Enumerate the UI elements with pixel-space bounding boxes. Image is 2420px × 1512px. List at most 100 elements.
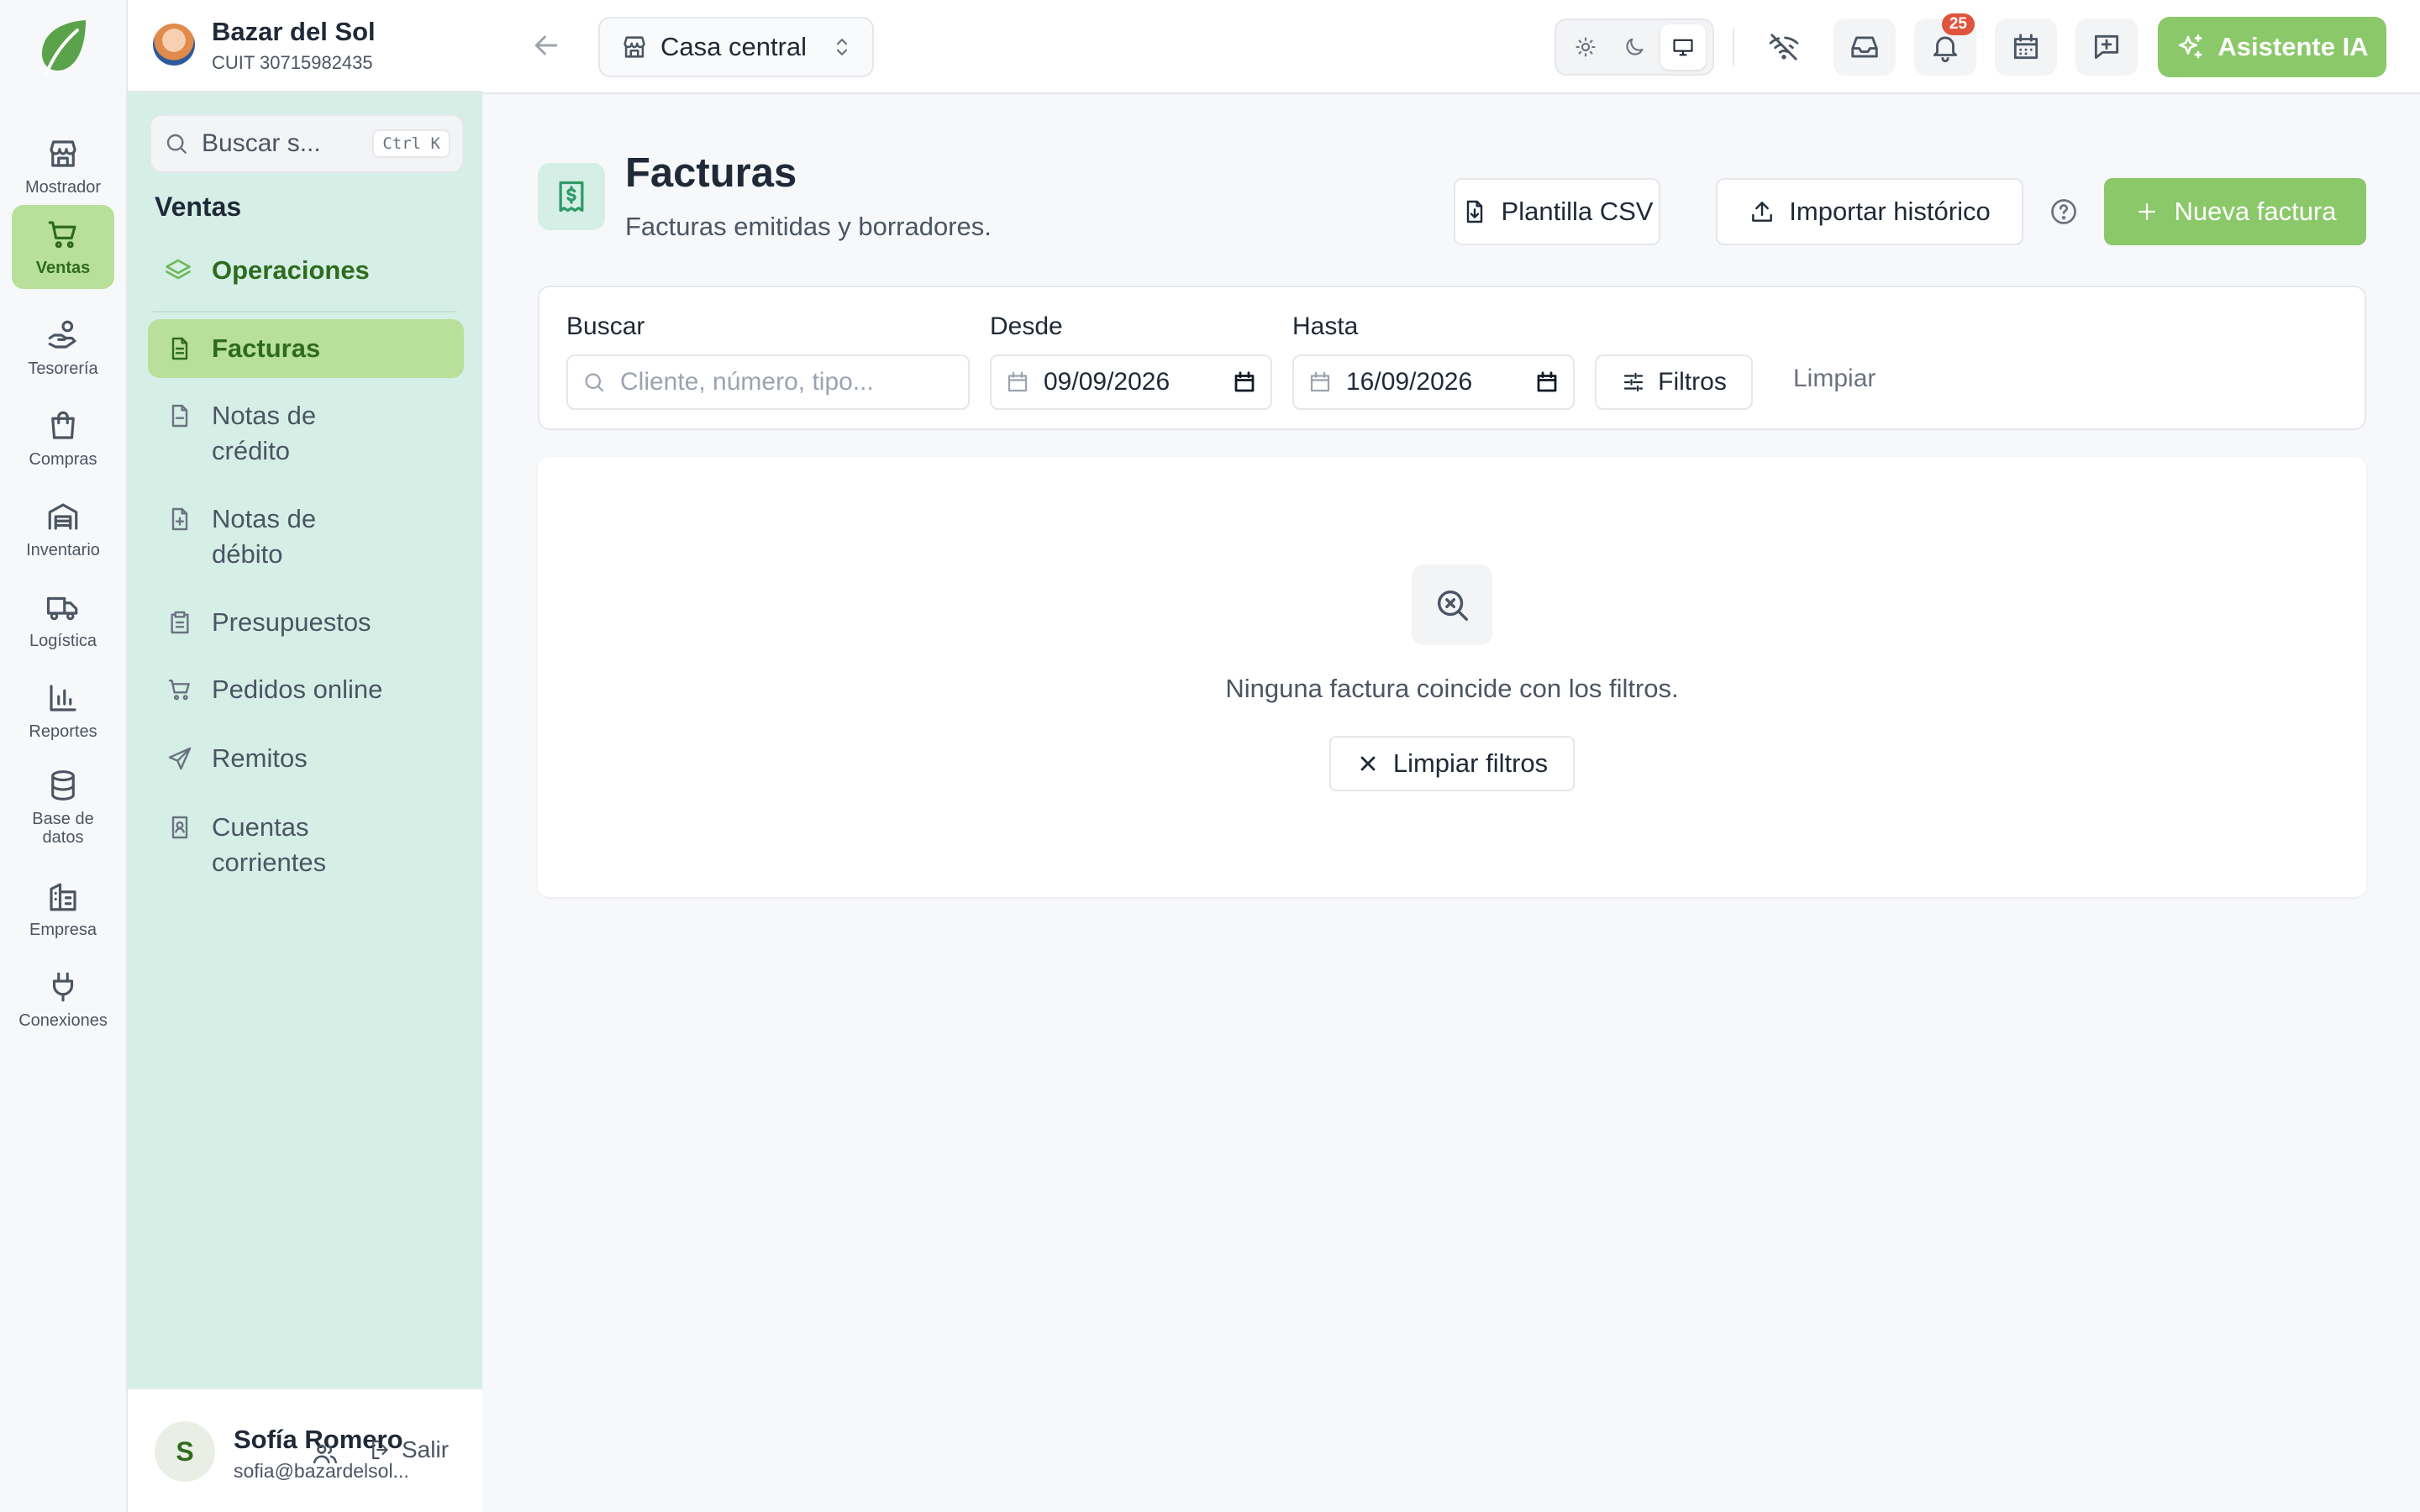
database-icon — [51, 770, 75, 801]
sidebar-item-label: Cuentas corrientes — [212, 812, 327, 877]
sidebar-item-label: Pedidos online — [212, 675, 383, 704]
rail-label: Mostrador — [24, 178, 102, 197]
calendar-icon — [1310, 371, 1330, 392]
sidebar-item-remitos[interactable]: Remitos — [148, 741, 464, 776]
sidebar-item-label: Remitos — [212, 743, 308, 773]
back-arrow-icon[interactable] — [529, 29, 563, 62]
company-switcher[interactable]: Bazar del Sol CUIT 30715982435 — [128, 0, 482, 92]
clear-link[interactable]: Limpiar — [1793, 365, 1876, 393]
rail-item-inventario[interactable]: Inventario — [12, 487, 114, 571]
file-download-icon — [1466, 200, 1482, 223]
rail-label: Inventario — [26, 541, 100, 559]
offline-status-button[interactable] — [1753, 18, 1815, 76]
theme-light-button[interactable] — [1563, 24, 1608, 70]
rail-item-ventas[interactable]: Ventas — [12, 205, 114, 289]
layers-icon — [166, 259, 191, 280]
message-plus-icon — [2094, 34, 2119, 60]
import-history-label: Importar histórico — [1789, 197, 1991, 226]
from-date-field[interactable]: 09/09/2026 — [990, 354, 1272, 410]
sidebar-item-presupuestos[interactable]: Presupuestos — [148, 605, 464, 640]
from-date-label: Desde — [990, 312, 1063, 340]
invoice-icon — [538, 163, 605, 230]
rail-label: Conexiones — [18, 1011, 108, 1030]
rail-label: Reportes — [29, 722, 97, 741]
truck-icon — [46, 596, 78, 621]
users-icon[interactable] — [311, 1440, 339, 1468]
shopping-bag-icon — [51, 411, 75, 439]
search-icon — [585, 373, 604, 392]
company-name: Bazar del Sol — [212, 17, 376, 46]
sidebar-item-pedidos-online[interactable]: Pedidos online — [148, 672, 464, 707]
sidebar-item-facturas[interactable]: Facturas — [148, 319, 464, 378]
rail-label: Ventas — [35, 259, 91, 277]
help-circle-icon[interactable] — [2049, 197, 2079, 227]
leaf-logo-icon[interactable] — [35, 15, 92, 79]
app-rail: Mostrador Ventas Tesorería Compras Inven… — [0, 0, 128, 1512]
rail-item-conexiones[interactable]: Conexiones — [12, 958, 114, 1042]
from-date-value: 09/09/2026 — [1044, 368, 1171, 396]
theme-toggle — [1555, 18, 1714, 76]
avatar[interactable]: S — [155, 1421, 215, 1482]
csv-template-label: Plantilla CSV — [1501, 197, 1654, 226]
sidebar-item-operaciones[interactable]: Operaciones — [163, 249, 370, 292]
search-input[interactable]: Cliente, número, tipo... — [566, 354, 970, 410]
close-icon — [1360, 756, 1376, 771]
rail-label: Logística — [29, 632, 97, 650]
shortcut-hint: Ctrl K — [372, 129, 450, 158]
rail-label: Compras — [29, 450, 97, 469]
to-date-field[interactable]: 16/09/2026 — [1292, 354, 1575, 410]
top-bar: Casa central 25 Asistente IA — [482, 0, 2420, 94]
bell-icon — [1933, 36, 1958, 62]
chevron-up-down-icon — [836, 39, 848, 55]
sidebar-search[interactable]: Buscar s... Ctrl K — [150, 114, 464, 173]
bar-chart-icon — [50, 685, 76, 711]
sidebar-item-label: Operaciones — [212, 255, 370, 285]
rail-item-tesoreria[interactable]: Tesorería — [12, 306, 114, 390]
send-icon — [168, 747, 192, 770]
company-logo — [153, 24, 195, 66]
sidebar-item-notas-de-debito[interactable]: Notas de débito — [148, 501, 464, 572]
rail-item-mostrador[interactable]: Mostrador — [12, 124, 114, 208]
import-history-button[interactable]: Importar histórico — [1716, 178, 2023, 245]
new-invoice-button[interactable]: Nueva factura — [2104, 178, 2366, 245]
filters-button[interactable]: Filtros — [1595, 354, 1753, 410]
sidebar-item-notas-de-credito[interactable]: Notas de crédito — [148, 398, 464, 469]
logout-button[interactable]: Salir — [368, 1436, 449, 1463]
divider — [1733, 29, 1734, 66]
filter-bar: Buscar Cliente, número, tipo... Desde 09… — [538, 286, 2366, 430]
ai-assistant-button[interactable]: Asistente IA — [2158, 17, 2386, 77]
plus-icon — [2138, 203, 2155, 220]
date-picker-icon[interactable] — [1534, 370, 1560, 395]
feedback-button[interactable] — [2075, 18, 2138, 76]
rail-label: Base de datos — [32, 810, 94, 847]
clear-filters-button[interactable]: Limpiar filtros — [1329, 736, 1575, 791]
calendar-button[interactable] — [1995, 18, 2057, 76]
monitor-icon — [1673, 39, 1693, 56]
to-date-value: 16/09/2026 — [1346, 368, 1473, 396]
logout-icon — [372, 1440, 388, 1460]
rail-item-logistica[interactable]: Logística — [12, 578, 114, 662]
sliders-icon — [1624, 372, 1644, 392]
page-subtitle: Facturas emitidas y borradores. — [625, 212, 992, 241]
csv-template-button[interactable]: Plantilla CSV — [1454, 178, 1660, 245]
cart-icon — [168, 680, 190, 701]
location-selector[interactable]: Casa central — [598, 17, 874, 77]
theme-dark-button[interactable] — [1612, 24, 1657, 70]
rail-item-base-de-datos[interactable]: Base de datos — [12, 759, 114, 855]
plug-icon — [52, 972, 74, 1002]
logout-label: Salir — [402, 1436, 450, 1462]
file-text-icon — [171, 337, 188, 360]
rail-item-reportes[interactable]: Reportes — [12, 669, 114, 753]
sidebar-item-label: Notas de débito — [212, 504, 317, 569]
inbox-button[interactable] — [1833, 18, 1896, 76]
ai-assistant-label: Asistente IA — [2217, 32, 2369, 61]
rail-item-compras[interactable]: Compras — [12, 396, 114, 480]
search-label: Buscar — [566, 312, 645, 340]
rail-item-empresa[interactable]: Empresa — [12, 867, 114, 951]
date-picker-icon[interactable] — [1232, 370, 1257, 395]
notifications-button[interactable]: 25 — [1914, 13, 1976, 76]
moon-icon — [1626, 38, 1644, 55]
theme-system-button[interactable] — [1660, 24, 1706, 70]
sidebar-item-cuentas-corrientes[interactable]: Cuentas corrientes — [148, 810, 464, 880]
calendar-icon — [1007, 371, 1028, 392]
